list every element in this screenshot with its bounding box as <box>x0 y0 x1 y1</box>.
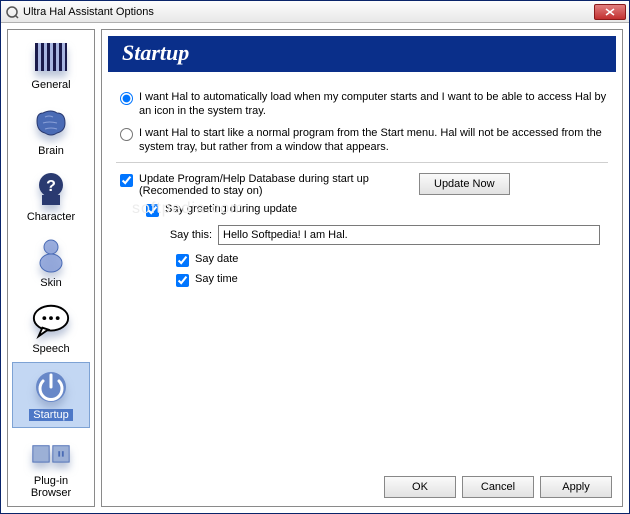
checkbox-say-greeting-label: Say greeting during update <box>165 203 297 215</box>
checkbox-say-time[interactable] <box>176 274 189 287</box>
sidebar-item-label: Character <box>27 211 75 223</box>
sidebar-item-brain[interactable]: Brain <box>12 98 90 164</box>
figure-icon <box>31 235 71 275</box>
checkbox-say-time-label: Say time <box>195 273 238 285</box>
svg-text:?: ? <box>46 178 56 195</box>
checkbox-say-greeting[interactable] <box>146 204 159 217</box>
radio-auto-load[interactable] <box>120 92 133 105</box>
app-icon <box>5 5 19 19</box>
sidebar-item-label: Speech <box>32 343 69 355</box>
sidebar-item-label: General <box>31 79 70 91</box>
sidebar-item-label: Brain <box>38 145 64 157</box>
titlebar: Ultra Hal Assistant Options <box>1 1 629 23</box>
sidebar-item-plugin-browser[interactable]: Plug-in Browser <box>12 428 90 506</box>
speech-bubble-icon <box>31 301 71 341</box>
bars-icon <box>31 37 71 77</box>
radio-auto-load-label: I want Hal to automatically load when my… <box>139 90 608 118</box>
content-area: General Brain ? <box>1 23 629 513</box>
say-this-input[interactable] <box>218 225 600 245</box>
plugin-icon <box>31 433 71 473</box>
power-icon <box>31 367 71 407</box>
sidebar-item-label: Plug-in Browser <box>31 475 71 499</box>
radio-normal-start-label: I want Hal to start like a normal progra… <box>139 126 608 154</box>
checkbox-update-db-label: Update Program/Help Database during star… <box>139 173 399 197</box>
brain-icon <box>31 103 71 143</box>
sidebar-item-startup[interactable]: Startup <box>12 362 90 428</box>
say-this-label: Say this: <box>156 229 212 241</box>
sidebar-item-label: Skin <box>40 277 61 289</box>
panel-heading: Startup <box>108 36 616 72</box>
window-title: Ultra Hal Assistant Options <box>23 6 154 18</box>
footer-buttons: OK Cancel Apply <box>384 476 612 498</box>
ok-button[interactable]: OK <box>384 476 456 498</box>
sidebar: General Brain ? <box>7 29 95 507</box>
cancel-button[interactable]: Cancel <box>462 476 534 498</box>
sidebar-item-skin[interactable]: Skin <box>12 230 90 296</box>
close-button[interactable] <box>594 4 626 20</box>
checkbox-say-date[interactable] <box>176 254 189 267</box>
question-head-icon: ? <box>31 169 71 209</box>
main-panel: Startup softpedia.com I want Hal to auto… <box>101 29 623 507</box>
sidebar-item-character[interactable]: ? Character <box>12 164 90 230</box>
radio-normal-start[interactable] <box>120 128 133 141</box>
checkbox-update-db[interactable] <box>120 174 133 187</box>
sidebar-item-general[interactable]: General <box>12 32 90 98</box>
divider <box>116 162 608 163</box>
apply-button[interactable]: Apply <box>540 476 612 498</box>
checkbox-say-date-label: Say date <box>195 253 238 265</box>
update-now-button[interactable]: Update Now <box>419 173 510 195</box>
sidebar-item-speech[interactable]: Speech <box>12 296 90 362</box>
sidebar-item-label: Startup <box>29 409 72 421</box>
